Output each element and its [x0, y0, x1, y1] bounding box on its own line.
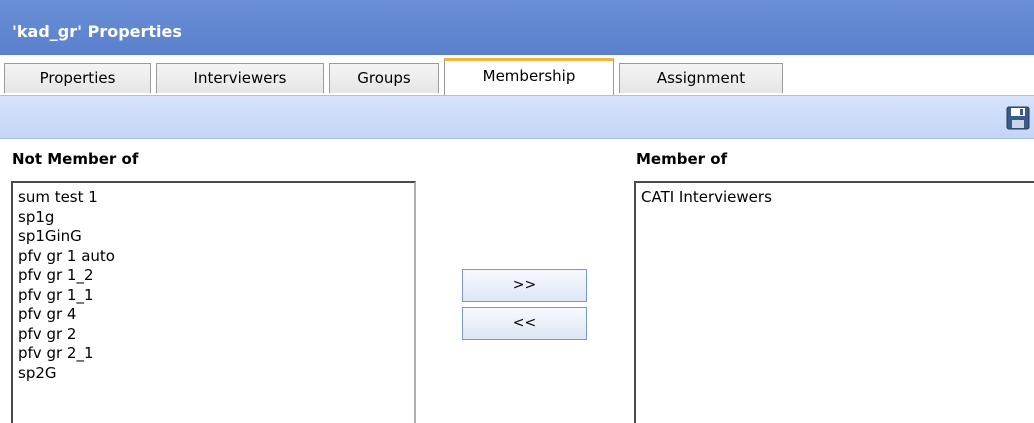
- list-item[interactable]: pfv gr 2: [18, 325, 414, 345]
- list-item[interactable]: pfv gr 1 auto: [18, 247, 414, 267]
- remove-from-member-button[interactable]: <<: [462, 307, 587, 340]
- add-to-member-button[interactable]: >>: [462, 269, 587, 302]
- list-item[interactable]: sp1GinG: [18, 227, 414, 247]
- title-bar: 'kad_gr' Properties: [0, 0, 1034, 56]
- tab-strip: Properties Interviewers Groups Membershi…: [0, 55, 1034, 95]
- list-item[interactable]: sum test 1: [18, 188, 414, 208]
- member-label: Member of: [636, 150, 728, 168]
- list-item[interactable]: pfv gr 1_2: [18, 266, 414, 286]
- list-item[interactable]: CATI Interviewers: [641, 188, 1034, 208]
- not-member-listbox[interactable]: sum test 1 sp1g sp1GinG pfv gr 1 auto pfv gr…: [11, 181, 416, 423]
- member-listbox[interactable]: CATI Interviewers: [634, 181, 1034, 423]
- list-item[interactable]: sp2G: [18, 364, 414, 384]
- list-item[interactable]: sp1g: [18, 208, 414, 228]
- tab-assignment[interactable]: Assignment: [619, 63, 783, 93]
- window-title: 'kad_gr' Properties: [12, 22, 182, 41]
- toolbar: [0, 95, 1034, 139]
- save-icon[interactable]: [1006, 106, 1030, 130]
- tab-membership[interactable]: Membership: [444, 58, 614, 95]
- tab-groups[interactable]: Groups: [329, 63, 439, 93]
- list-item[interactable]: pfv gr 2_1: [18, 344, 414, 364]
- properties-window: 'kad_gr' Properties Properties Interview…: [0, 0, 1034, 423]
- list-item[interactable]: pfv gr 1_1: [18, 286, 414, 306]
- tab-properties[interactable]: Properties: [4, 63, 151, 93]
- tab-interviewers[interactable]: Interviewers: [156, 63, 324, 93]
- list-item[interactable]: pfv gr 4: [18, 305, 414, 325]
- not-member-label: Not Member of: [12, 150, 139, 168]
